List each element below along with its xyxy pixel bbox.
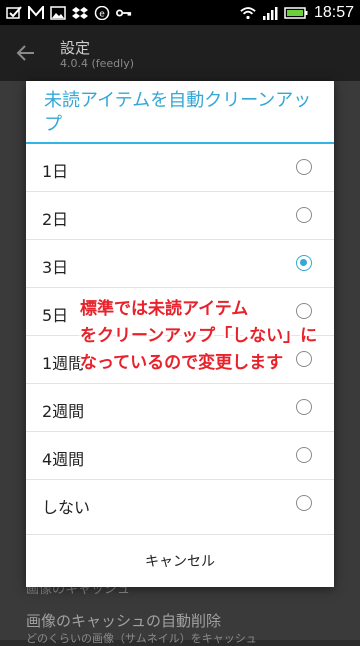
key-icon bbox=[116, 6, 132, 20]
app-version: 4.0.4 (feedly) bbox=[60, 57, 135, 70]
option-2-days[interactable]: 2日 bbox=[26, 192, 334, 240]
radio-button[interactable] bbox=[296, 495, 312, 511]
page-title: 設定 bbox=[60, 39, 91, 57]
dropbox-icon bbox=[72, 6, 88, 20]
option-label: 1週間 bbox=[42, 354, 85, 373]
radio-button[interactable] bbox=[296, 399, 312, 415]
radio-button[interactable] bbox=[296, 159, 312, 175]
option-2-weeks[interactable]: 2週間 bbox=[26, 384, 334, 432]
option-label: 2日 bbox=[42, 210, 69, 229]
image-icon bbox=[50, 5, 66, 20]
dialog-title: 未読アイテムを自動クリーンアップ bbox=[44, 90, 312, 135]
option-label: 4週間 bbox=[42, 450, 85, 469]
checkbox-icon bbox=[6, 5, 22, 20]
annotation-line-2: をクリーンアップ「しない」に bbox=[80, 326, 318, 346]
annotation-overlay: 標準では未読アイテム をクリーンアップ「しない」に なっているので変更します bbox=[80, 296, 320, 377]
option-3-days[interactable]: 3日 bbox=[26, 240, 334, 288]
e-badge-icon: e bbox=[94, 5, 110, 20]
battery-icon bbox=[284, 6, 308, 20]
option-label: 3日 bbox=[42, 258, 69, 277]
option-4-weeks[interactable]: 4週間 bbox=[26, 432, 334, 480]
radio-button[interactable] bbox=[296, 207, 312, 223]
radio-button-selected[interactable] bbox=[296, 255, 312, 271]
svg-text:e: e bbox=[99, 9, 105, 19]
signal-icon bbox=[262, 6, 278, 20]
m-logo-icon bbox=[28, 5, 44, 20]
option-label: 5日 bbox=[42, 306, 69, 325]
option-1-day[interactable]: 1日 bbox=[26, 144, 334, 192]
status-time: 18:57 bbox=[313, 3, 354, 21]
back-arrow-icon[interactable] bbox=[14, 41, 38, 65]
option-label: 2週間 bbox=[42, 402, 85, 421]
annotation-line-1: 標準では未読アイテム bbox=[80, 299, 249, 319]
annotation-line-3: なっているので変更します bbox=[80, 353, 284, 373]
option-label: 1日 bbox=[42, 162, 69, 181]
setting-image-cache-desc: どのくらいの画像（サムネイル）をキャッシュ bbox=[26, 632, 257, 645]
app-bar: 設定 4.0.4 (feedly) bbox=[0, 25, 360, 81]
option-never[interactable]: しない bbox=[26, 480, 334, 528]
status-bar: e 18:57 bbox=[0, 0, 360, 25]
option-label: しない bbox=[42, 498, 91, 517]
radio-button[interactable] bbox=[296, 447, 312, 463]
wifi-icon bbox=[240, 6, 256, 20]
setting-image-cache-auto-delete: 画像のキャッシュの自動削除 bbox=[26, 612, 222, 630]
cancel-button[interactable]: キャンセル bbox=[26, 534, 334, 587]
